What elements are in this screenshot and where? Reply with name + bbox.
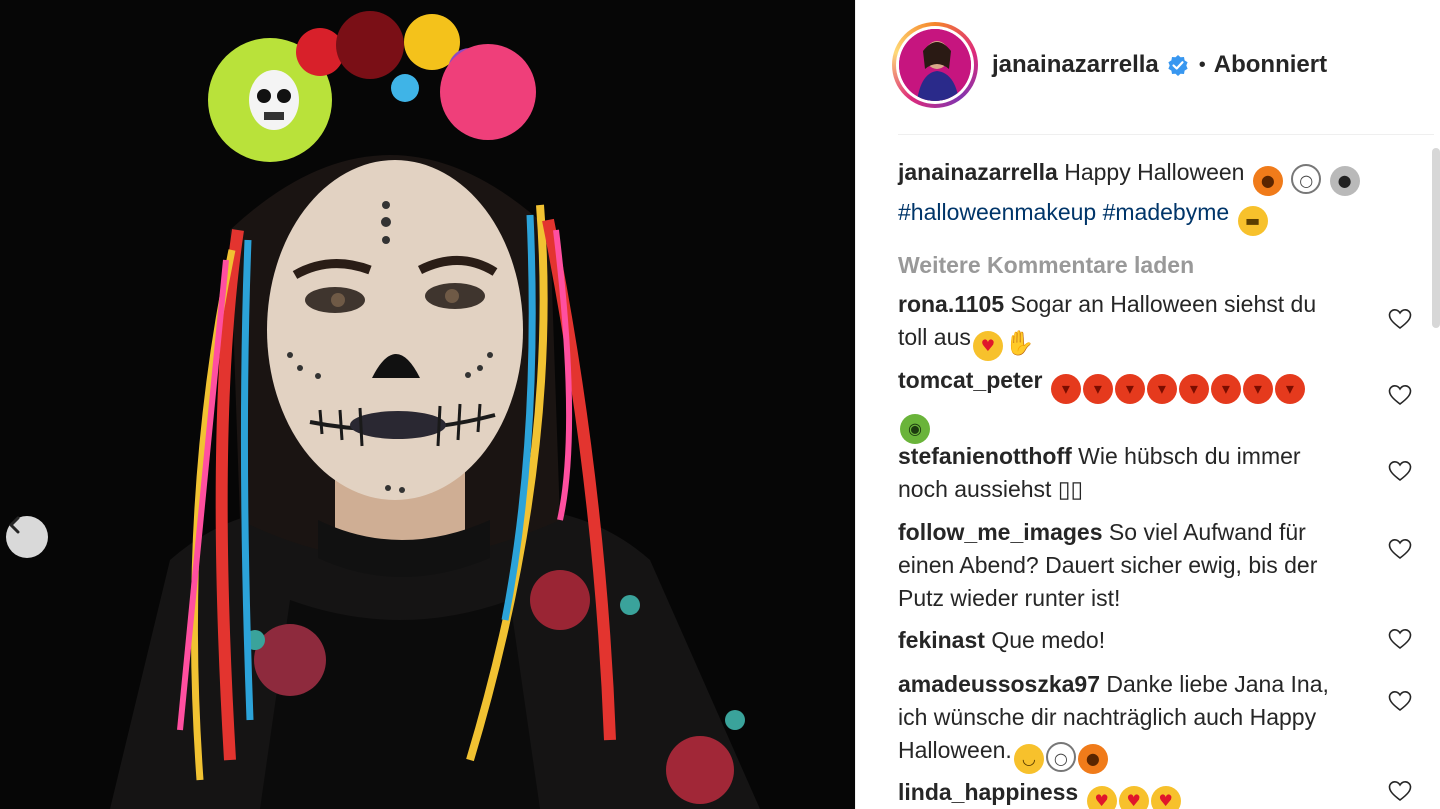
thumbs-up-emoji-icon: ✋ <box>1004 329 1035 357</box>
caption-username[interactable]: janainazarrella <box>898 159 1058 185</box>
post-sidebar: janainazarrella • Abonniert janainazarre… <box>855 0 1440 809</box>
comment-item: follow_me_images So viel Aufwand für ein… <box>898 516 1428 624</box>
comments-list: janainazarrella Happy Halloween ● ○ ● #h… <box>898 156 1428 809</box>
like-comment-heart-icon[interactable]: } <box>1388 384 1412 406</box>
comment-item: amadeussoszka97 Danke liebe Jana Ina, ic… <box>898 668 1428 776</box>
like-comment-heart-icon[interactable] <box>1388 628 1412 650</box>
comment-item: rona.1105 Sogar an Halloween siehst du t… <box>898 288 1428 364</box>
comment-item: linda_happiness ♥ ♥ ♥ <box>898 776 1428 809</box>
devil-emoji-icon: ▾ <box>1210 374 1241 404</box>
pumpkin-emoji-icon: ● <box>1077 744 1108 774</box>
separator-dot: • <box>1198 53 1206 76</box>
devil-emoji-icon: ▾ <box>1082 374 1113 404</box>
comment-text: Que medo! <box>991 627 1106 653</box>
comment-username[interactable]: linda_happiness <box>898 779 1078 805</box>
pumpkin-emoji-icon: ● <box>1252 166 1283 196</box>
ghost-emoji-icon: ○ <box>1045 742 1076 772</box>
devil-emoji-icon: ▾ <box>1146 374 1177 404</box>
heart-eyes-emoji-icon: ♥ <box>1086 786 1117 809</box>
header-divider <box>898 134 1434 135</box>
comment-item: stefanienotthoff Wie hübsch du immer noc… <box>898 440 1428 516</box>
follow-status-button[interactable]: Abonniert <box>1214 51 1327 79</box>
like-comment-heart-icon[interactable] <box>1388 538 1412 560</box>
comment-username[interactable]: tomcat_peter <box>898 367 1042 393</box>
post-author-username[interactable]: janainazarrella <box>992 51 1159 79</box>
caption-text: Happy Halloween <box>1064 159 1245 185</box>
comment-username[interactable]: amadeussoszka97 <box>898 671 1100 697</box>
skull-emoji-icon: ● <box>1329 166 1360 196</box>
load-more-comments-button[interactable]: Weitere Kommentare laden <box>898 250 1428 280</box>
devil-emoji-icon: ▾ <box>1178 374 1209 404</box>
devil-emoji-icon: ▾ <box>1050 374 1081 404</box>
halloween-portrait-image <box>0 0 855 809</box>
chevron-left-icon <box>9 516 20 534</box>
post-photo[interactable] <box>0 0 855 809</box>
grimace-emoji-icon: ▬ <box>1237 206 1268 236</box>
heart-eyes-emoji-icon: ♥ <box>1150 786 1181 809</box>
heart-eyes-emoji-icon: ♥ <box>972 331 1003 361</box>
winking-emoji-icon: ◡ <box>1013 744 1044 774</box>
post-caption: janainazarrella Happy Halloween ● ○ ● #h… <box>898 156 1378 236</box>
story-ring[interactable] <box>892 22 978 108</box>
post-header: janainazarrella • Abonniert <box>892 22 1432 108</box>
like-comment-heart-icon[interactable] <box>1388 780 1412 802</box>
devil-emoji-icon: ▾ <box>1242 374 1273 404</box>
comments-scrollbar[interactable] <box>1432 148 1440 328</box>
comment-item: fekinast Que medo! <box>898 624 1428 668</box>
ghost-emoji-icon: ○ <box>1291 164 1322 194</box>
comment-username[interactable]: follow_me_images <box>898 519 1103 545</box>
comment-item: tomcat_peter ▾▾▾▾▾▾▾▾ ◉ } <box>898 364 1428 444</box>
comment-username[interactable]: rona.1105 <box>898 291 1004 317</box>
like-comment-heart-icon[interactable] <box>1388 460 1412 482</box>
comment-username[interactable]: stefanienotthoff <box>898 443 1072 469</box>
devil-emoji-icon: ▾ <box>1274 374 1305 404</box>
like-comment-heart-icon[interactable] <box>1388 308 1412 330</box>
like-comment-heart-icon[interactable] <box>1388 690 1412 712</box>
verified-badge-icon <box>1168 55 1188 76</box>
previous-image-button[interactable] <box>6 516 48 558</box>
caption-hashtags[interactable]: #halloweenmakeup #madebyme <box>898 199 1229 225</box>
avatar[interactable] <box>899 29 971 101</box>
heart-eyes-emoji-icon: ♥ <box>1118 786 1149 809</box>
devil-emoji-icon: ▾ <box>1114 374 1145 404</box>
comment-username[interactable]: fekinast <box>898 627 985 653</box>
